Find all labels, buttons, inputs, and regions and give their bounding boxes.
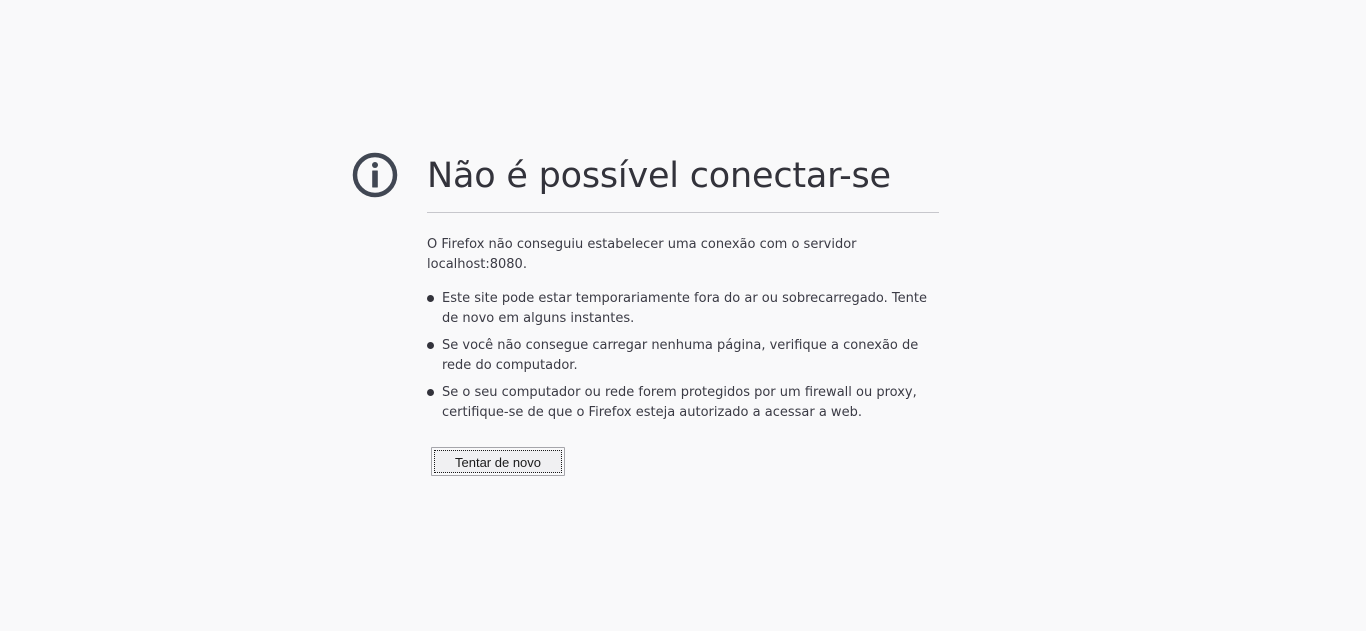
error-page: Não é possível conectar-se O Firefox não… [0, 0, 1366, 631]
suggestion-text: Este site pode estar temporariamente for… [442, 291, 927, 326]
page-title: Não é possível conectar-se [427, 156, 891, 196]
suggestion-text: Se você não consegue carregar nenhuma pá… [442, 338, 919, 373]
suggestion-item: Este site pode estar temporariamente for… [427, 289, 939, 329]
retry-button-label: Tentar de novo [434, 450, 563, 473]
error-description: O Firefox não conseguiu estabelecer uma … [427, 237, 857, 272]
suggestion-item: Se você não consegue carregar nenhuma pá… [427, 336, 939, 376]
suggestion-item: Se o seu computador ou rede forem proteg… [427, 383, 939, 423]
suggestions-list: Este site pode estar temporariamente for… [427, 289, 939, 423]
title-divider [427, 212, 939, 213]
suggestion-text: Se o seu computador ou rede forem proteg… [442, 385, 917, 420]
retry-button[interactable]: Tentar de novo [431, 447, 566, 476]
error-content: Não é possível conectar-se O Firefox não… [427, 148, 939, 476]
bullet-icon [427, 342, 434, 349]
info-icon [352, 152, 398, 198]
bullet-icon [427, 295, 434, 302]
bullet-icon [427, 389, 434, 396]
